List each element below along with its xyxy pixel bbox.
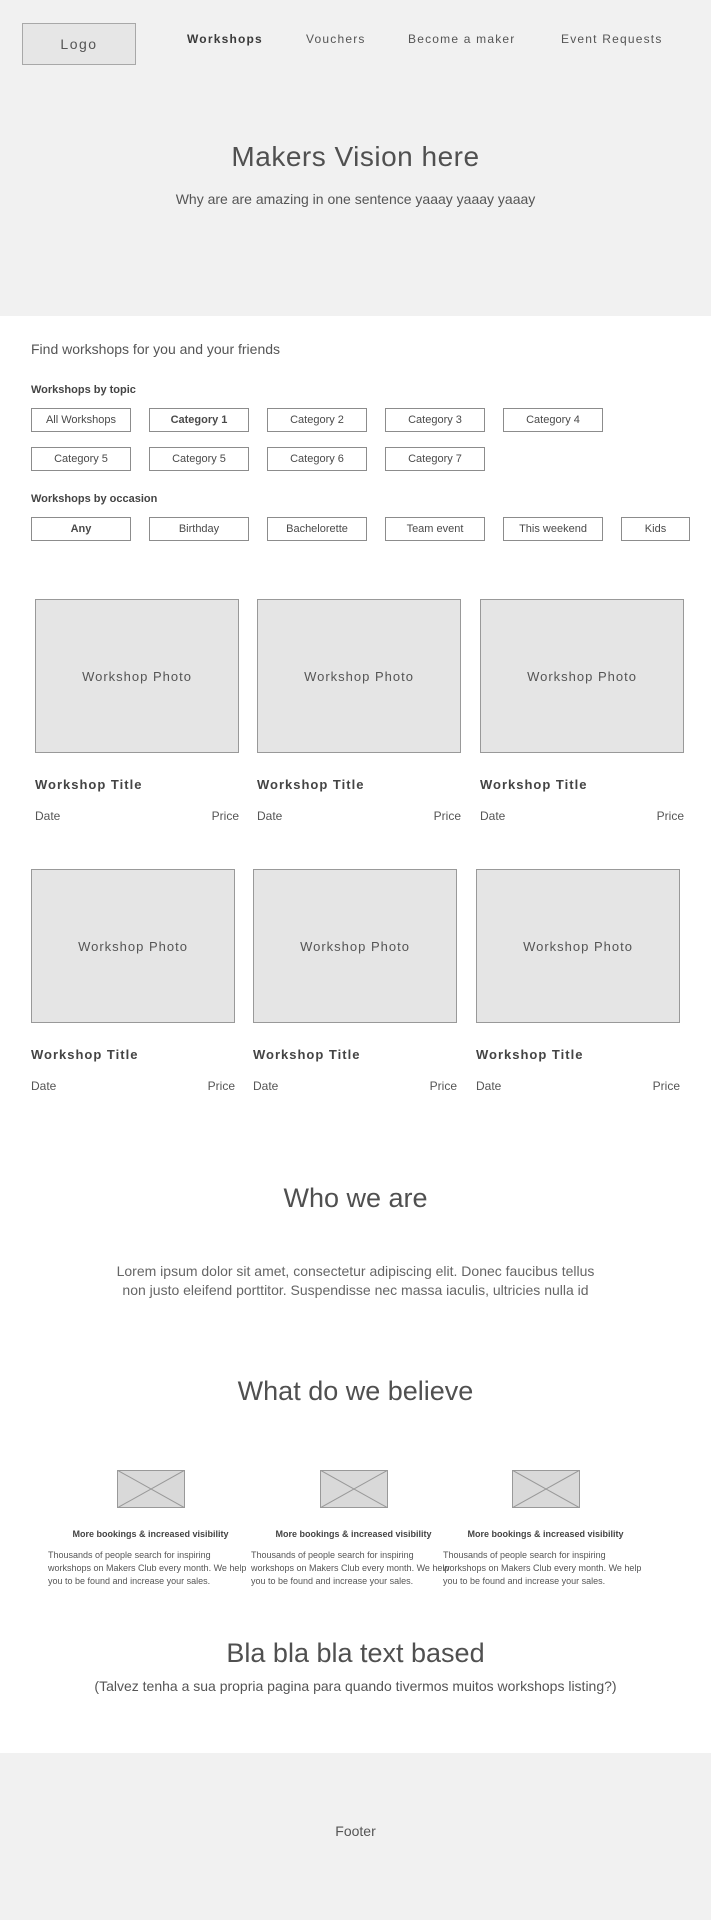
belief-item: More bookings & increased visibility Tho… [251,1469,456,1588]
workshop-card[interactable]: Workshop Photo Workshop Title Date Price [253,869,457,1093]
workshop-price: Price [656,809,684,823]
belief-text: Thousands of people search for inspiring… [443,1550,642,1586]
workshop-meta: Date Price [476,1079,680,1093]
topic-filter-label: Workshops by topic [31,384,136,396]
image-placeholder-icon [511,1469,580,1509]
image-placeholder-icon [116,1469,185,1509]
workshop-price: Price [652,1079,680,1093]
workshop-meta: Date Price [257,809,461,823]
workshop-photo[interactable]: Workshop Photo [31,869,235,1023]
occasion-chip-birthday[interactable]: Birthday [149,517,249,541]
image-placeholder-icon [319,1469,388,1509]
workshop-meta: Date Price [253,1079,457,1093]
filters-intro: Find workshops for you and your friends [31,341,281,357]
hero-section: Logo Workshops Vouchers Become a maker E… [0,0,711,316]
believe-title: What do we believe [237,1376,474,1406]
workshop-date: Date [257,809,283,823]
occasion-chip-bachelorette[interactable]: Bachelorette [267,517,367,541]
workshop-photo[interactable]: Workshop Photo [35,599,239,753]
topic-chip-category-4[interactable]: Category 4 [503,408,603,432]
topic-chip-category-5[interactable]: Category 5 [31,447,131,471]
workshop-price: Price [207,1079,235,1093]
belief-item: More bookings & increased visibility Tho… [48,1469,253,1588]
belief-heading: More bookings & increased visibility [467,1529,624,1539]
belief-text: Thousands of people search for inspiring… [48,1550,247,1586]
topic-chip-category-6[interactable]: Category 6 [267,447,367,471]
footer-text: Footer [335,1823,376,1839]
workshop-price: Price [211,809,239,823]
workshop-title[interactable]: Workshop Title [480,777,684,792]
workshop-photo[interactable]: Workshop Photo [480,599,684,753]
workshop-photo[interactable]: Workshop Photo [476,869,680,1023]
topic-chip-all[interactable]: All Workshops [31,408,131,432]
workshop-price: Price [429,1079,457,1093]
workshop-price: Price [433,809,461,823]
topic-chip-category-2[interactable]: Category 2 [267,408,367,432]
occasion-filter-label: Workshops by occasion [31,493,158,505]
nav-vouchers[interactable]: Vouchers [306,32,366,46]
workshop-title[interactable]: Workshop Title [253,1047,457,1062]
hero-subtitle: Why are are amazing in one sentence yaaa… [175,191,536,207]
topic-chip-category-1[interactable]: Category 1 [149,408,249,432]
topic-chip-category-3[interactable]: Category 3 [385,408,485,432]
bla-title: Bla bla bla text based [226,1638,485,1668]
footer: Footer [0,1753,711,1920]
workshop-meta: Date Price [31,1079,235,1093]
workshop-card[interactable]: Workshop Photo Workshop Title Date Price [257,599,461,823]
workshop-photo[interactable]: Workshop Photo [253,869,457,1023]
nav-event-requests[interactable]: Event Requests [561,32,663,46]
belief-heading: More bookings & increased visibility [275,1529,432,1539]
belief-text: Thousands of people search for inspiring… [251,1550,450,1586]
topic-chip-category-5b[interactable]: Category 5 [149,447,249,471]
workshop-date: Date [35,809,61,823]
occasion-chip-any[interactable]: Any [31,517,131,541]
occasion-chip-kids[interactable]: Kids [621,517,690,541]
nav-workshops[interactable]: Workshops [187,32,263,46]
workshop-date: Date [480,809,506,823]
logo[interactable]: Logo [22,23,136,65]
belief-heading: More bookings & increased visibility [72,1529,229,1539]
occasion-chip-this-weekend[interactable]: This weekend [503,517,603,541]
workshop-photo[interactable]: Workshop Photo [257,599,461,753]
hero-title: Makers Vision here [231,141,480,172]
workshop-title[interactable]: Workshop Title [31,1047,235,1062]
who-we-are-title: Who we are [283,1183,428,1213]
belief-item: More bookings & increased visibility Tho… [443,1469,648,1588]
workshop-meta: Date Price [480,809,684,823]
workshop-date: Date [253,1079,279,1093]
workshop-meta: Date Price [35,809,239,823]
bla-subtitle: (Talvez tenha a sua propria pagina para … [94,1678,617,1694]
workshop-date: Date [31,1079,57,1093]
who-we-are-text: Lorem ipsum dolor sit amet, consectetur … [116,1263,595,1298]
workshop-title[interactable]: Workshop Title [476,1047,680,1062]
workshop-card[interactable]: Workshop Photo Workshop Title Date Price [480,599,684,823]
workshop-card[interactable]: Workshop Photo Workshop Title Date Price [31,869,235,1093]
workshop-date: Date [476,1079,502,1093]
occasion-chip-team-event[interactable]: Team event [385,517,485,541]
nav-become-a-maker[interactable]: Become a maker [408,32,516,46]
workshop-title[interactable]: Workshop Title [35,777,239,792]
topic-chip-category-7[interactable]: Category 7 [385,447,485,471]
workshop-title[interactable]: Workshop Title [257,777,461,792]
workshop-card[interactable]: Workshop Photo Workshop Title Date Price [476,869,680,1093]
workshop-card[interactable]: Workshop Photo Workshop Title Date Price [35,599,239,823]
